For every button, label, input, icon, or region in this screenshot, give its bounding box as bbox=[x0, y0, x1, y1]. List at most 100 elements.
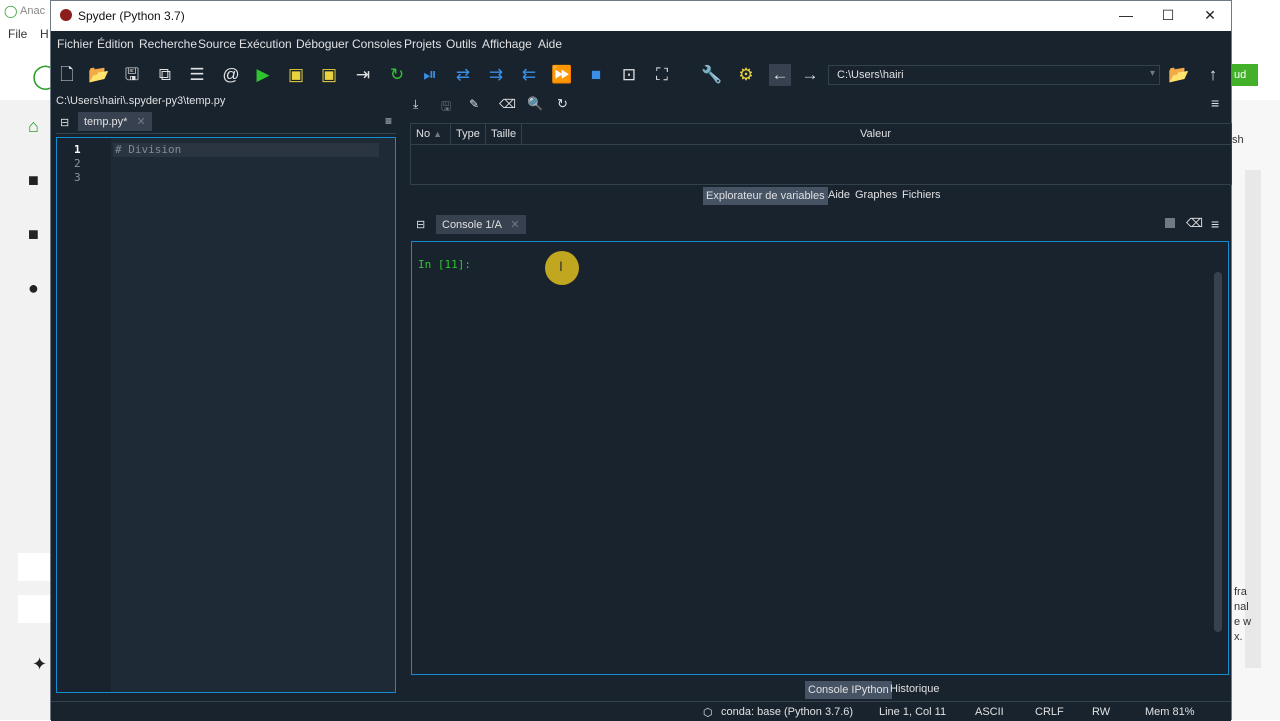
status-cursor-position: Line 1, Col 11 bbox=[879, 706, 947, 718]
console-prompt: In [11]: bbox=[418, 258, 471, 271]
learning-icon[interactable]: ■ bbox=[28, 224, 39, 245]
tab-temp-py[interactable]: temp.py* ✕ bbox=[78, 112, 152, 131]
maximize-button[interactable]: ☐ bbox=[1146, 1, 1190, 31]
background-text: fra bbox=[1234, 586, 1247, 598]
refresh-icon[interactable]: ↻ bbox=[557, 96, 568, 112]
editor-pane: ⊟ temp.py* ✕ ≡ 1 2 3 # Division bbox=[51, 109, 401, 697]
run-cell-advance-icon[interactable]: ▣ bbox=[318, 64, 340, 86]
menu-source[interactable]: Source bbox=[198, 37, 236, 51]
interrupt-kernel-icon[interactable] bbox=[1165, 218, 1175, 228]
save-icon[interactable]: 🖫 bbox=[121, 64, 143, 86]
status-bar: ⬡ conda: base (Python 3.7.6) Line 1, Col… bbox=[51, 701, 1231, 721]
clear-console-icon[interactable]: ⌫ bbox=[1186, 216, 1203, 230]
fullscreen-icon[interactable]: ⛶ bbox=[651, 64, 673, 86]
status-eol: CRLF bbox=[1035, 706, 1064, 718]
rerun-icon[interactable]: ↻ bbox=[386, 64, 408, 86]
tab-fichiers[interactable]: Fichiers bbox=[899, 186, 944, 204]
environments-icon[interactable]: ■ bbox=[28, 170, 39, 191]
column-header-no[interactable]: No ▲ bbox=[416, 128, 442, 140]
menu-projets[interactable]: Projets bbox=[404, 37, 441, 51]
column-divider bbox=[521, 124, 522, 144]
save-all-icon[interactable]: ⧉ bbox=[154, 64, 176, 86]
menu-recherche[interactable]: Recherche bbox=[139, 37, 197, 51]
twitter-icon[interactable]: ✦ bbox=[32, 654, 47, 675]
console-pane: ⊟ Console 1/A ✕ ⌫ ≡ In [11]: I Console I… bbox=[407, 213, 1231, 703]
menu-edition[interactable]: Édition bbox=[97, 37, 134, 51]
background-menu-file[interactable]: File bbox=[8, 27, 27, 41]
browse-folder-icon[interactable]: 📂 bbox=[1168, 64, 1190, 86]
continue-icon[interactable]: ⏩ bbox=[551, 64, 573, 86]
tab-historique[interactable]: Historique bbox=[887, 680, 943, 698]
column-header-valeur[interactable]: Valeur bbox=[860, 128, 891, 140]
step-icon[interactable]: ⇄ bbox=[452, 64, 474, 86]
status-environment: conda: base (Python 3.7.6) bbox=[721, 706, 854, 718]
tab-aide[interactable]: Aide bbox=[825, 186, 853, 204]
save-data-icon[interactable]: 🖫 bbox=[441, 97, 451, 118]
open-file-icon[interactable]: 📂 bbox=[88, 64, 110, 86]
console-scrollbar[interactable] bbox=[1214, 272, 1222, 632]
list-icon[interactable]: ☰ bbox=[186, 64, 208, 86]
column-divider bbox=[450, 124, 451, 144]
home-icon[interactable]: ⌂ bbox=[28, 116, 39, 137]
run-selection-icon[interactable]: ⇥ bbox=[352, 64, 374, 86]
run-icon[interactable]: ▶ bbox=[252, 64, 274, 86]
menu-outils[interactable]: Outils bbox=[446, 37, 477, 51]
background-scrollbar[interactable] bbox=[1245, 170, 1261, 668]
console-options-menu-icon[interactable]: ≡ bbox=[1211, 216, 1219, 232]
tab-explorateur-de-variables[interactable]: Explorateur de variables bbox=[703, 187, 828, 205]
search-icon[interactable]: 🔍 bbox=[527, 96, 543, 112]
working-directory-input[interactable]: C:\Users\hairi ▾ bbox=[828, 65, 1160, 85]
menu-bar: Fichier Édition Recherche Source Exécuti… bbox=[51, 31, 1231, 56]
forward-arrow-icon[interactable]: → bbox=[799, 64, 821, 86]
preferences-wrench-icon[interactable]: 🔧 bbox=[701, 64, 723, 86]
pane-options-menu-icon[interactable]: ≡ bbox=[1211, 95, 1219, 111]
pythonpath-icon[interactable]: @ bbox=[220, 64, 242, 86]
import-data-icon[interactable]: ⤓ bbox=[413, 97, 418, 112]
step-return-icon[interactable]: ⇇ bbox=[518, 64, 540, 86]
close-button[interactable]: ✕ bbox=[1188, 1, 1232, 31]
code-editor[interactable]: 1 2 3 # Division bbox=[56, 137, 396, 693]
tab-graphes[interactable]: Graphes bbox=[852, 186, 900, 204]
background-text: nal bbox=[1234, 601, 1249, 613]
status-permissions: RW bbox=[1092, 706, 1111, 718]
debug-icon[interactable]: ⏯ bbox=[419, 64, 441, 86]
tab-close-icon[interactable]: ✕ bbox=[136, 116, 145, 128]
background-menu-help[interactable]: H bbox=[40, 27, 49, 41]
menu-affichage[interactable]: Affichage bbox=[482, 37, 532, 51]
background-button[interactable]: ud bbox=[1228, 64, 1258, 86]
spyder-window: Spyder (Python 3.7) — ☐ ✕ Fichier Éditio… bbox=[50, 0, 1232, 721]
parent-directory-icon[interactable]: ↑ bbox=[1202, 64, 1224, 86]
step-into-icon[interactable]: ⇉ bbox=[485, 64, 507, 86]
column-divider bbox=[485, 124, 486, 144]
minimize-button[interactable]: — bbox=[1104, 1, 1148, 31]
back-arrow-icon[interactable]: ← bbox=[769, 64, 791, 86]
tab-console-1a[interactable]: Console 1/A ✕ bbox=[436, 215, 526, 234]
editor-options-menu-icon[interactable]: ≡ bbox=[385, 114, 392, 128]
browse-tabs-icon[interactable]: ⊟ bbox=[416, 218, 425, 231]
community-icon[interactable]: ● bbox=[28, 278, 39, 299]
variable-table[interactable]: No ▲ Type Taille Valeur bbox=[410, 123, 1232, 185]
line-number-gutter: 1 2 3 bbox=[57, 138, 111, 692]
mouse-cursor-highlight: I bbox=[545, 251, 579, 285]
tab-close-icon[interactable]: ✕ bbox=[510, 219, 519, 231]
remove-all-variables-icon[interactable]: ⌫ bbox=[499, 97, 516, 111]
tab-console-ipython[interactable]: Console IPython bbox=[805, 681, 892, 699]
save-data-as-icon[interactable]: ✎ bbox=[469, 97, 479, 111]
new-file-icon[interactable]: 🗋 bbox=[56, 64, 78, 86]
menu-consoles[interactable]: Consoles bbox=[352, 37, 402, 51]
background-text: e w bbox=[1234, 616, 1252, 628]
run-cell-icon[interactable]: ▣ bbox=[285, 64, 307, 86]
background-card bbox=[18, 553, 50, 581]
menu-deboguer[interactable]: Déboguer bbox=[296, 37, 349, 51]
menu-fichier[interactable]: Fichier bbox=[57, 37, 93, 51]
ipython-console[interactable]: In [11]: I bbox=[411, 241, 1229, 675]
python-path-manager-icon[interactable]: ⚙ bbox=[735, 64, 757, 86]
menu-execution[interactable]: Exécution bbox=[239, 37, 292, 51]
stop-debug-icon[interactable]: ■ bbox=[585, 64, 607, 86]
maximize-pane-icon[interactable]: ⊡ bbox=[618, 64, 640, 86]
chevron-down-icon[interactable]: ▾ bbox=[1150, 68, 1155, 79]
column-header-taille[interactable]: Taille bbox=[491, 128, 516, 140]
column-header-type[interactable]: Type bbox=[456, 128, 480, 140]
menu-aide[interactable]: Aide bbox=[538, 37, 562, 51]
browse-tabs-icon[interactable]: ⊟ bbox=[60, 116, 69, 129]
